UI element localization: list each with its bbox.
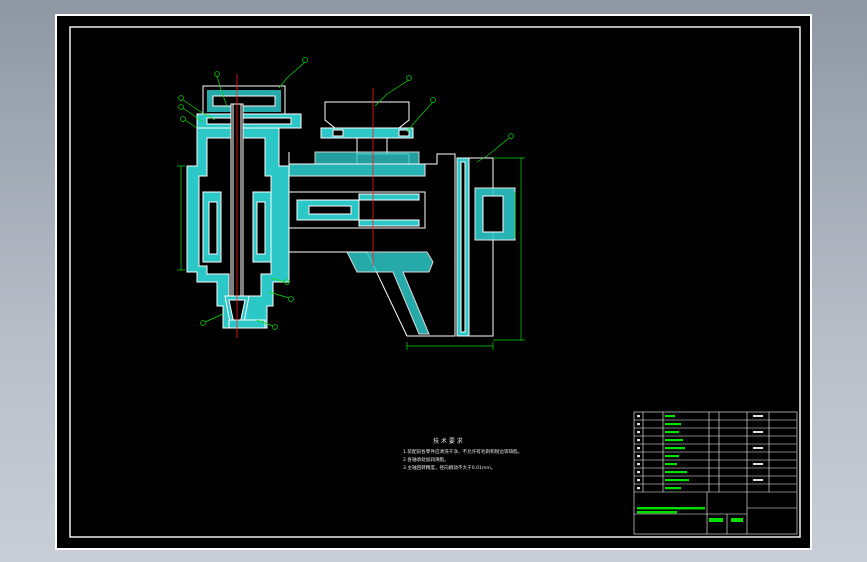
technical-notes: 技 术 要 求 1.装配前各零件应清洗干净，不允许有毛刺和锐边等缺陷。 2.各轴… — [403, 437, 522, 471]
cad-viewport[interactable]: 技 术 要 求 1.装配前各零件应清洗干净，不允许有毛刺和锐边等缺陷。 2.各轴… — [0, 0, 867, 562]
drawing-sheet: 技 术 要 求 1.装配前各零件应清洗干净，不允许有毛刺和锐边等缺陷。 2.各轴… — [55, 14, 812, 550]
notes-title: 技 术 要 求 — [433, 437, 463, 445]
spindle-head-section — [186, 85, 516, 337]
note-line-1: 1.装配前各零件应清洗干净，不允许有毛刺和锐边等缺陷。 — [403, 448, 522, 455]
parts-list-table — [633, 411, 798, 535]
note-line-2: 2.各轴承处加润滑脂。 — [403, 456, 449, 463]
note-line-3: 3.主轴回转精度，径向跳动不大于0.01mm。 — [403, 464, 495, 471]
parts-list-entries — [637, 415, 743, 522]
drawing-canvas: 技 术 要 求 1.装配前各零件应清洗干净，不允许有毛刺和锐边等缺陷。 2.各轴… — [69, 26, 801, 538]
